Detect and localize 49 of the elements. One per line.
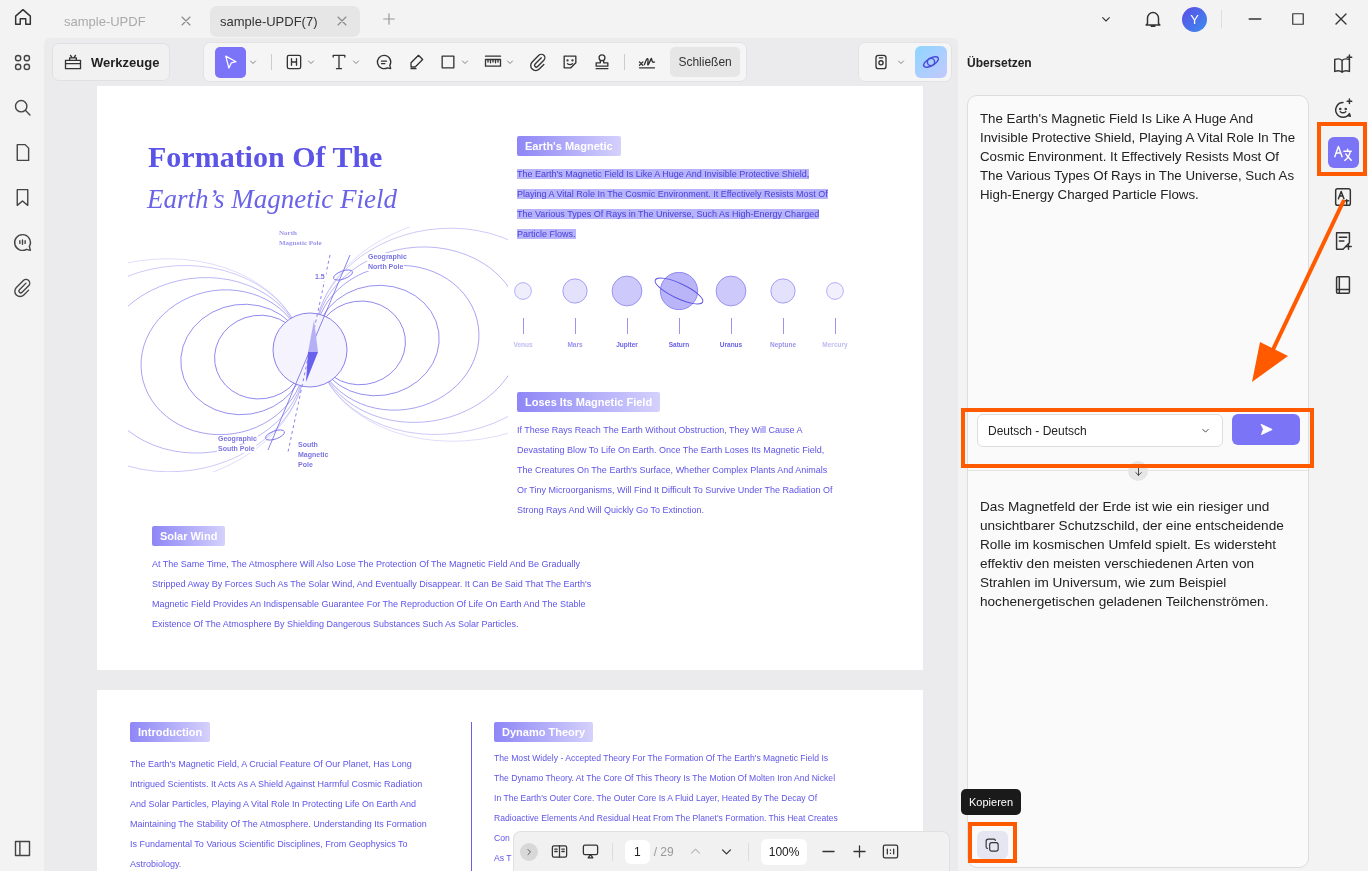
panel-title: Übersetzen: [967, 55, 1033, 72]
highlight-frame: [968, 822, 1017, 863]
translated-text: Das Magnetfeld der Erde ist wie ein riesiger und unsichtbarer Schutzschild, der eine entscheidende Rolle im kosmischen Umfeld spielt. Es widersteht effektiv den meisten verschiedenen Arten von Strahlen im Universum, wie zum Beispiel hochenergetischen geladenen Teilchenströmen.: [979, 498, 1285, 611]
document-tab[interactable]: sample-UPDF(7): [210, 5, 360, 37]
text-line: The Dynamo Theory. At The Core Of This Theory Is The Motion Of Molten Iron And Nickel: [494, 772, 836, 785]
selected-paragraph: The Earth's Magnetic Field Is Like A Huge And Invisible Protective Shield, Playing A Vital Role In The Cosmic Environment. It Effectively Resists Most Of The Various Types Of Rays in The Universe, Such As High-Energy Charged Particle Flows.: [517, 168, 829, 241]
text-line: In The Earth's Outer Core. The Outer Core Is A Fluid Layer, Heated By The Decay Of: [494, 792, 818, 805]
paragraph: If These Rays Reach The Earth Without Obstruction, They Will Cause A Devastating Blow To Life On Earth. Once The Earth Loses Its Magnetic Field, The Creatures On The Earth's Surface, Whether Complex Plants And Animals Or Tiny Microorganisms, Will Find It Difficult To Survive Under The Radiation Of Strong Rays And Will Quickly Go To Extinction.: [517, 424, 834, 517]
ai-assistant-icon[interactable]: [915, 46, 947, 78]
source-text: The Earth's Magnetic Field Is Like A Huge And Invisible Protective Shield, Playing A Vital Role In The Cosmic Environment. It Effectively Resists Most Of The Various Types Of Rays in The Universe, Such As High-Energy Charged Particle Flows.: [980, 110, 1296, 204]
fit-page-icon[interactable]: [881, 842, 901, 861]
zoom-field[interactable]: 100%: [760, 838, 808, 865]
highlight-frame: [1317, 122, 1367, 176]
text-line: Radioactive Elements And Residual Heat From The Planet's Formation. This Heat Creates: [494, 812, 838, 825]
book-sparkle-icon[interactable]: [1332, 53, 1354, 76]
presentation-icon[interactable]: [581, 842, 600, 861]
tooltip: Kopieren: [961, 789, 1022, 815]
language-dropdown[interactable]: Deutsch - Deutsch: [977, 414, 1223, 447]
document-title: Formation Of The: [147, 140, 384, 174]
send-button[interactable]: [1232, 414, 1300, 445]
section-heading: Dynamo Theory: [494, 722, 594, 742]
translate-document-icon[interactable]: [1332, 185, 1354, 208]
cursor-icon[interactable]: [215, 46, 247, 78]
section-heading: Loses Its Magnetic Field: [517, 392, 661, 412]
paperclip-icon[interactable]: [11, 277, 33, 298]
send-icon: [1258, 422, 1274, 437]
page-number-field[interactable]: 1: [625, 839, 650, 864]
maximize-icon[interactable]: [1289, 10, 1307, 28]
text-line: Con: [494, 832, 510, 845]
close-button[interactable]: Schließen: [670, 47, 740, 77]
avatar[interactable]: Y: [1182, 6, 1207, 32]
section-heading: Introduction: [130, 722, 211, 742]
section-heading: Earth's Magnetic: [517, 136, 621, 156]
paragraph: The Earth's Magnetic Field, A Crucial Feature Of Our Planet, Has Long Intrigued Scientists. It Acts As A Shield Against Harmful Cosmic Radiation And Solar Particles, Playing A Vital Role In Protecting Life On Earth And Maintaining The Stability Of The Atmosphere. Understanding Its Formation Is Fundamental To Various Scientific Disciplines, From Geophysics To Astrobiology.: [130, 758, 428, 871]
document-subtitle: Earth’s Magnetic Field: [145, 184, 398, 215]
speech-bubble-icon[interactable]: [11, 232, 33, 253]
expand-button[interactable]: [520, 842, 538, 861]
toolbox-icon: [63, 52, 83, 72]
text-line: As T: [494, 852, 512, 865]
copy-button[interactable]: [977, 831, 1008, 859]
home-icon[interactable]: [12, 6, 34, 28]
text-line: The Most Widely - Accepted Theory For The Formation Of The Earth's Magnetic Field Is: [494, 752, 829, 765]
two-page-icon[interactable]: [550, 842, 569, 861]
paragraph: At The Same Time, The Atmosphere Will Also Lose The Protection Of The Magnetic Field And Be Gradually Stripped Away By Forces Such As The Solar Wind, And Eventually Disappear. It Can Be Said That The Earth's Magnetic Field Provides An Indispensable Guarantee For The Reproduction Of Life On Earth And The Stable Existence Of The Atmosphere By Shielding Dangerous Substances Such As Solar Particles.: [152, 558, 593, 631]
tools-button[interactable]: Werkzeuge: [52, 43, 171, 81]
chat-face-icon[interactable]: [1332, 97, 1354, 120]
page-count: / 29: [653, 844, 674, 859]
copy-icon: [984, 836, 1001, 854]
section-heading: Solar Wind: [152, 526, 226, 546]
